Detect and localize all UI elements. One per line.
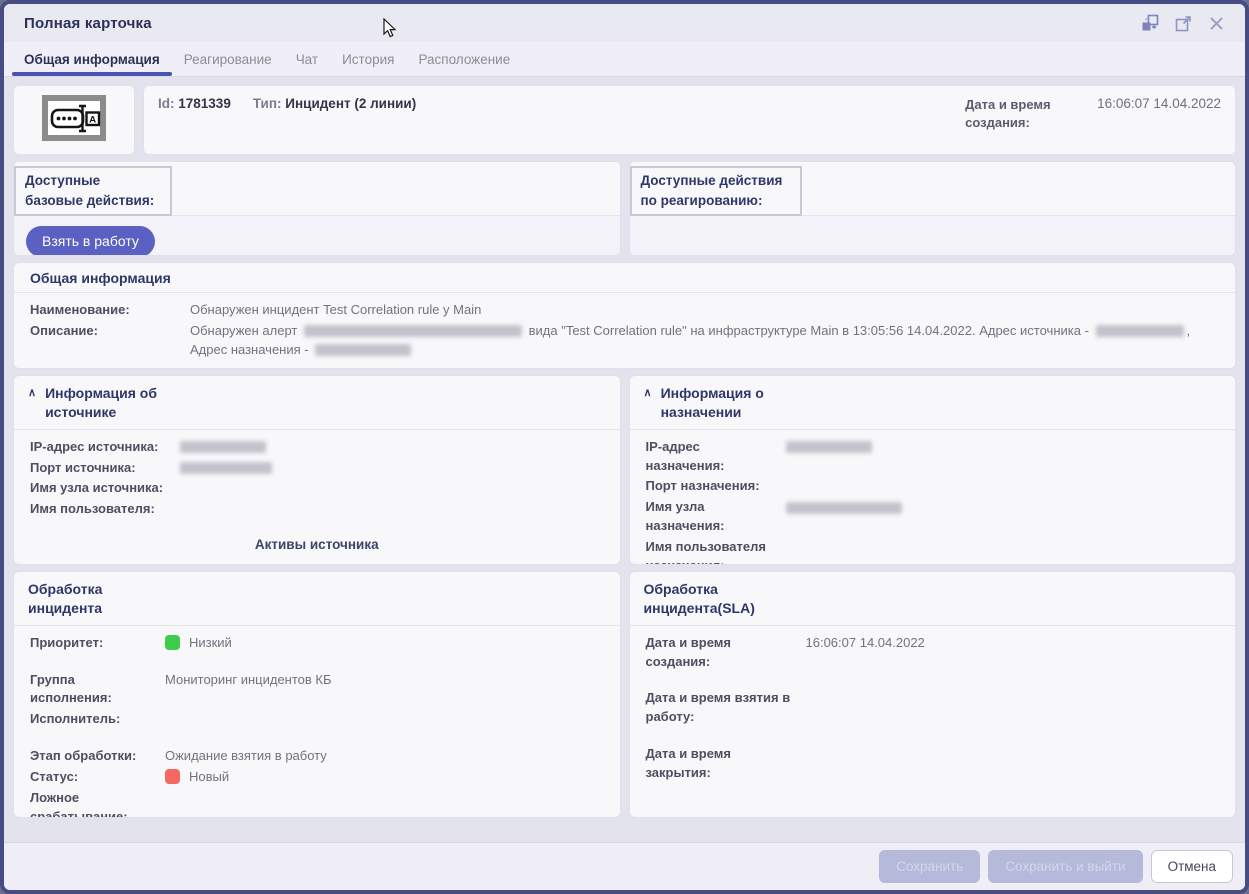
base-actions-label: Доступные базовые действия: xyxy=(14,166,172,216)
window-title: Полная карточка xyxy=(24,15,152,32)
save-button[interactable]: Сохранить xyxy=(879,850,980,883)
tab-response[interactable]: Реагирование xyxy=(172,42,284,76)
destination-host-label: Имя узла назначения: xyxy=(646,498,776,536)
incident-sla-panel: Обработка инцидента(SLA) Дата и время со… xyxy=(629,571,1237,818)
tab-history[interactable]: История xyxy=(330,42,406,76)
response-actions-card: Доступные действия по реагированию: xyxy=(629,161,1237,256)
titlebar: Полная карточка xyxy=(4,4,1245,42)
take-to-work-button[interactable]: Взять в работу xyxy=(26,226,155,256)
destination-info-panel: ∧ Информация о назначении IP-адрес назна… xyxy=(629,375,1237,565)
stage-label: Этап обработки: xyxy=(30,747,155,766)
tab-general-info[interactable]: Общая информация xyxy=(12,42,172,76)
incident-id-value: 1781339 xyxy=(178,96,231,111)
save-and-exit-button[interactable]: Сохранить и выйти xyxy=(988,850,1142,883)
created-datetime-block: Дата и время создания: 16:06:07 14.04.20… xyxy=(965,96,1221,132)
tab-location[interactable]: Расположение xyxy=(406,42,522,76)
source-host-label: Имя узла источника: xyxy=(30,479,170,498)
description-label: Описание: xyxy=(30,322,180,341)
sla-created-value: 16:06:07 14.04.2022 xyxy=(806,634,1220,653)
status-label: Статус: xyxy=(30,768,155,787)
incident-processing-title: Обработка инцидента xyxy=(28,580,138,619)
created-datetime-label: Дата и время создания: xyxy=(965,96,1077,132)
execution-group-value: Мониторинг инцидентов КБ xyxy=(165,671,604,690)
incident-type-label: Тип: xyxy=(253,96,282,111)
incident-sla-title: Обработка инцидента(SLA) xyxy=(644,580,794,619)
redacted-destination-ip xyxy=(786,441,872,453)
destination-port-label: Порт назначения: xyxy=(646,477,776,496)
content-area: A Id: 1781339 Тип: Инцидент (2 линии) Да… xyxy=(4,77,1245,842)
redacted-source-port xyxy=(180,462,272,474)
redacted-source-ip xyxy=(180,441,266,453)
incident-type: Тип: Инцидент (2 линии) xyxy=(253,96,416,111)
modal-window: Полная карточка xyxy=(0,0,1249,894)
sla-created-label: Дата и время создания: xyxy=(646,634,796,672)
window-controls xyxy=(1141,14,1225,32)
incident-type-icon: A xyxy=(42,95,106,141)
status-value: Новый xyxy=(189,769,229,784)
name-value: Обнаружен инцидент Test Correlation rule… xyxy=(190,301,1219,320)
priority-value: Низкий xyxy=(189,635,232,650)
destination-user-label: Имя пользователя назначения: xyxy=(646,538,776,565)
description-value: Обнаружен алерт вида "Test Correlation r… xyxy=(190,322,1219,360)
priority-chip xyxy=(165,635,180,650)
destination-ip-label: IP-адрес назначения: xyxy=(646,438,776,476)
sla-closed-label: Дата и время закрытия: xyxy=(646,745,796,783)
source-port-label: Порт источника: xyxy=(30,459,170,478)
source-assets-caption: Активы источника xyxy=(14,537,620,552)
name-label: Наименование: xyxy=(30,301,180,320)
base-actions-card: Доступные базовые действия: Взять в рабо… xyxy=(13,161,621,256)
redacted-destination-address xyxy=(315,344,411,356)
tab-bar: Общая информация Реагирование Чат Истори… xyxy=(4,42,1245,77)
response-actions-label: Доступные действия по реагированию: xyxy=(630,166,802,216)
priority-label: Приоритет: xyxy=(30,634,155,653)
incident-type-value: Инцидент (2 линии) xyxy=(285,96,416,111)
source-user-label: Имя пользователя: xyxy=(30,500,170,519)
source-ip-label: IP-адрес источника: xyxy=(30,438,170,457)
incident-id: Id: 1781339 xyxy=(158,96,231,111)
general-info-card: Общая информация Наименование: Обнаружен… xyxy=(13,262,1236,369)
sla-taken-label: Дата и время взятия в работу: xyxy=(646,689,796,727)
swap-icon[interactable] xyxy=(1141,14,1159,32)
incident-processing-panel: Обработка инцидента Приоритет: Низкий Гр… xyxy=(13,571,621,818)
status-chip xyxy=(165,769,180,784)
incident-header-card: Id: 1781339 Тип: Инцидент (2 линии) Дата… xyxy=(143,85,1236,155)
redacted-source-address xyxy=(1096,325,1184,337)
assignee-label: Исполнитель: xyxy=(30,710,155,729)
svg-text:A: A xyxy=(89,115,96,126)
source-info-title: Информация об источнике xyxy=(45,384,195,423)
chevron-up-icon[interactable]: ∧ xyxy=(28,386,36,423)
general-info-title: Общая информация xyxy=(14,263,1235,293)
incident-id-label: Id: xyxy=(158,96,175,111)
redacted-destination-host xyxy=(786,502,902,514)
chevron-up-icon[interactable]: ∧ xyxy=(644,386,652,423)
base-actions-body: Взять в работу xyxy=(14,216,620,256)
incident-type-icon-card: A xyxy=(13,85,135,155)
expand-icon[interactable] xyxy=(1174,14,1192,32)
stage-value: Ожидание взятия в работу xyxy=(165,747,604,766)
execution-group-label: Группа исполнения: xyxy=(30,671,155,709)
cancel-button[interactable]: Отмена xyxy=(1151,850,1233,883)
source-info-panel: ∧ Информация об источнике IP-адрес источ… xyxy=(13,375,621,565)
response-actions-body xyxy=(630,216,1236,255)
created-datetime-value: 16:06:07 14.04.2022 xyxy=(1097,96,1221,132)
redacted-alert-id xyxy=(304,325,522,337)
footer-bar: Сохранить Сохранить и выйти Отмена xyxy=(4,842,1245,890)
tab-chat[interactable]: Чат xyxy=(284,42,330,76)
close-icon[interactable] xyxy=(1207,14,1225,32)
false-positive-label: Ложное срабатывание: xyxy=(30,789,155,818)
destination-info-title: Информация о назначении xyxy=(661,384,811,423)
